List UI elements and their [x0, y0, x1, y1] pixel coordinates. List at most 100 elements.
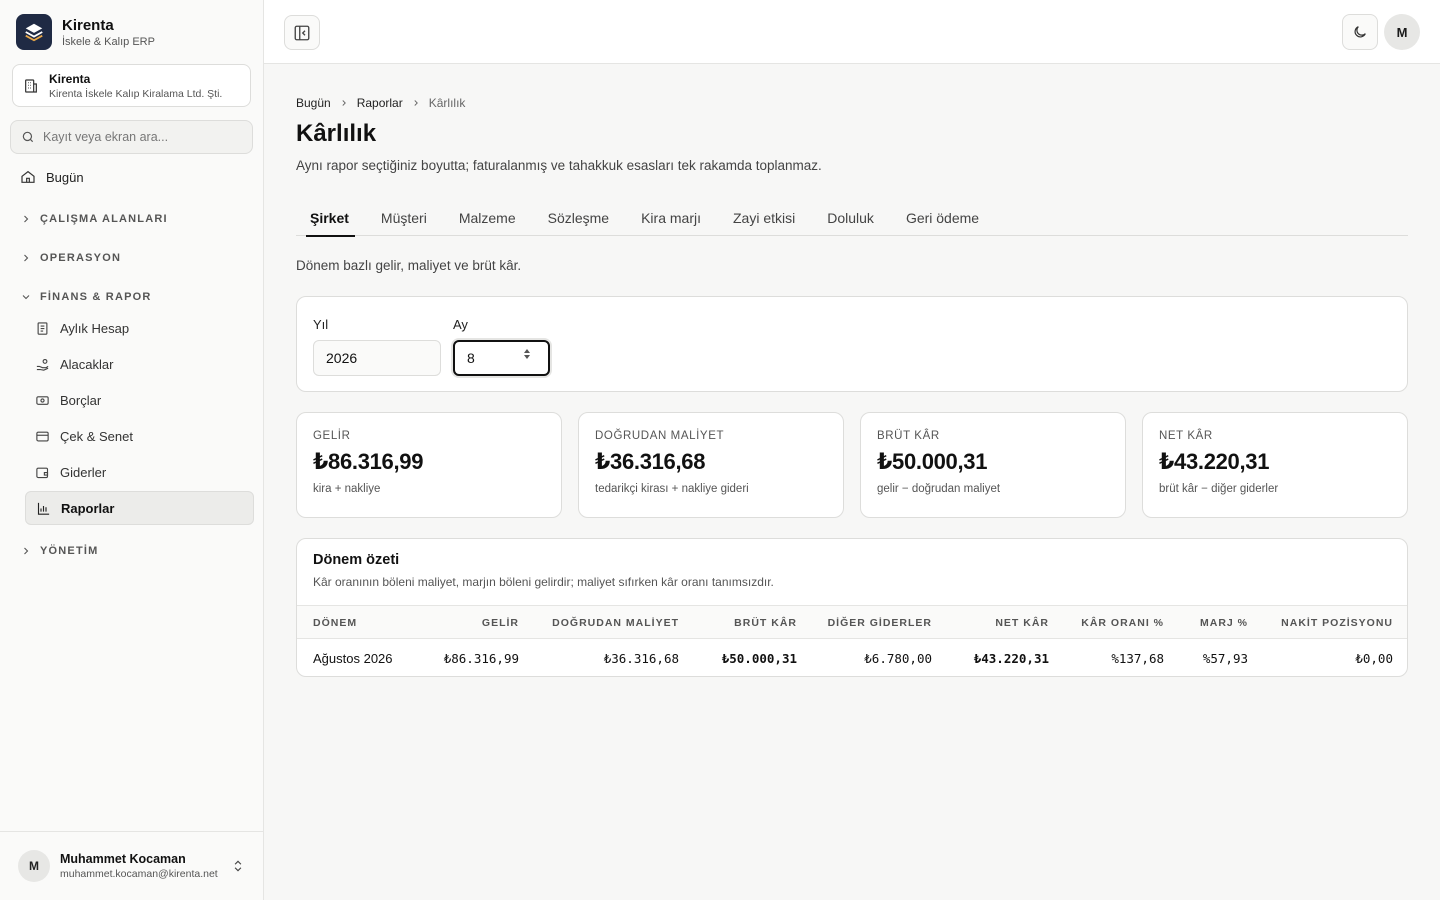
hand-coins-icon — [36, 358, 49, 371]
sidebar-item-label: Raporlar — [61, 500, 115, 516]
page-title: Kârlılık — [296, 120, 377, 147]
kpi-value: ₺43.220,31 — [1159, 449, 1270, 474]
column-header-margin[interactable]: MARJ % — [1200, 606, 1248, 640]
sidebar-item-label: Giderler — [60, 464, 107, 480]
page-description: Aynı rapor seçtiğiniz boyutta; faturalan… — [296, 158, 822, 173]
sidebar-group-workspaces[interactable]: ÇALIŞMA ALANLARI — [20, 213, 168, 225]
kpi-note: gelir − doğrudan maliyet — [877, 483, 1001, 495]
search-input[interactable] — [43, 130, 233, 144]
cell-direct-cost: ₺36.316,68 — [603, 650, 679, 666]
column-header-cash-position[interactable]: NAKİT POZİSYONU — [1281, 606, 1393, 640]
breadcrumb-home[interactable]: Bugün — [296, 96, 331, 110]
sidebar-item-label: Çek & Senet — [60, 428, 133, 444]
tab-material[interactable]: Malzeme — [443, 200, 532, 236]
user-name: Muhammet Kocaman — [60, 852, 186, 866]
sidebar-item-label: Aylık Hesap — [60, 320, 130, 336]
period-filter: Yıl Ay — [296, 296, 1408, 392]
kpi-direct-cost: DOĞRUDAN MALİYET ₺36.316,68 tedarikçi ki… — [578, 412, 844, 518]
document-icon — [37, 321, 48, 335]
cell-margin: %57,93 — [1202, 650, 1248, 666]
brand[interactable]: Kirenta İskele & Kalıp ERP — [16, 14, 155, 50]
moon-icon — [1354, 26, 1366, 38]
sidebar-item-payables[interactable]: Borçlar — [25, 383, 254, 417]
sidebar-item-expenses[interactable]: Giderler — [25, 455, 254, 489]
header-avatar[interactable]: M — [1384, 14, 1420, 50]
chevron-right-icon — [24, 254, 29, 262]
tab-customer[interactable]: Müşteri — [365, 200, 443, 236]
sidebar-item-receivables[interactable]: Alacaklar — [25, 347, 254, 381]
kpi-gross-profit: BRÜT KÂR ₺50.000,31 gelir − doğrudan mal… — [860, 412, 1126, 518]
breadcrumb: Bugün Raporlar Kârlılık — [296, 96, 465, 110]
column-header-revenue[interactable]: GELİR — [482, 606, 519, 640]
app-subtitle: İskele & Kalıp ERP — [62, 35, 155, 48]
sidebar-item-home[interactable]: Bugün — [20, 165, 84, 189]
kpi-net-profit: NET KÂR ₺43.220,31 brüt kâr − diğer gide… — [1142, 412, 1408, 518]
table-header: DÖNEM GELİR DOĞRUDAN MALİYET BRÜT KÂR Dİ… — [297, 605, 1407, 640]
sidebar-item-monthly-account[interactable]: Aylık Hesap — [25, 311, 254, 345]
tab-company[interactable]: Şirket — [296, 200, 365, 237]
tab-loss-impact[interactable]: Zayi etkisi — [717, 200, 811, 236]
sidebar-group-operations[interactable]: OPERASYON — [20, 252, 121, 264]
table-row[interactable]: Ağustos 2026 ₺86.316,99 ₺36.316,68 ₺50.0… — [297, 639, 1407, 676]
kpi-note: brüt kâr − diğer giderler — [1159, 483, 1279, 495]
year-input[interactable] — [313, 340, 441, 376]
bar-chart-icon — [37, 502, 50, 515]
cell-cash-position: ₺0,00 — [1355, 650, 1393, 666]
sidebar-group-label: YÖNETİM — [40, 545, 99, 557]
sidebar-group-finance[interactable]: FİNANS & RAPOR — [20, 291, 152, 303]
sidebar: Kirenta İskele & Kalıp ERP Kirenta Kiren… — [0, 0, 264, 900]
user-email: muhammet.kocaman@kirenta.net — [60, 868, 218, 880]
org-legal-name: Kirenta İskele Kalıp Kiralama Ltd. Şti. — [49, 87, 223, 100]
avatar: M — [18, 850, 50, 882]
sidebar-item-label: Borçlar — [60, 392, 102, 408]
cell-net-profit: ₺43.220,31 — [973, 650, 1049, 666]
sidebar-item-checks[interactable]: Çek & Senet — [25, 419, 254, 453]
home-icon — [21, 170, 35, 183]
cell-profit-ratio: %137,68 — [1111, 650, 1164, 666]
sidebar-item-label: Alacaklar — [60, 356, 114, 372]
column-header-net-profit[interactable]: NET KÂR — [995, 606, 1049, 640]
kpi-label: BRÜT KÂR — [877, 430, 940, 442]
year-label: Yıl — [313, 317, 329, 332]
sidebar-item-reports[interactable]: Raporlar — [25, 491, 254, 525]
search-box — [10, 120, 253, 154]
theme-toggle-button[interactable] — [1342, 14, 1378, 50]
column-header-direct-cost[interactable]: DOĞRUDAN MALİYET — [552, 606, 679, 640]
app-name: Kirenta — [62, 16, 114, 34]
breadcrumb-current: Kârlılık — [428, 96, 466, 110]
sidebar-group-label: FİNANS & RAPOR — [40, 291, 152, 303]
cell-period: Ağustos 2026 — [313, 650, 393, 666]
org-switcher[interactable]: Kirenta Kirenta İskele Kalıp Kiralama Lt… — [12, 64, 251, 107]
user-menu[interactable]: M Muhammet Kocaman muhammet.kocaman@kire… — [0, 831, 263, 900]
month-label: Ay — [453, 317, 468, 332]
table-title: Dönem özeti — [313, 552, 400, 568]
banknote-icon — [36, 395, 49, 405]
kpi-label: DOĞRUDAN MALİYET — [595, 430, 725, 442]
topbar: M — [264, 0, 1440, 64]
month-input[interactable] — [453, 340, 550, 376]
column-header-period[interactable]: DÖNEM — [313, 606, 357, 640]
report-tabs: Şirket Müşteri Malzeme Sözleşme Kira mar… — [296, 200, 1408, 237]
kpi-note: tedarikçi kirası + nakliye gideri — [595, 483, 749, 495]
tab-rent-margin[interactable]: Kira marjı — [625, 200, 717, 236]
sidebar-group-label: ÇALIŞMA ALANLARI — [40, 213, 168, 225]
tab-occupancy[interactable]: Doluluk — [811, 200, 890, 236]
table-description: Kâr oranının böleni maliyet, marjın böle… — [313, 575, 774, 589]
section-description: Dönem bazlı gelir, maliyet ve brüt kâr. — [296, 258, 522, 273]
stepper-down-icon[interactable] — [524, 355, 530, 359]
month-stepper[interactable] — [524, 349, 530, 359]
layers-logo-icon — [16, 14, 52, 50]
sidebar-group-admin[interactable]: YÖNETİM — [20, 545, 99, 557]
column-header-profit-ratio[interactable]: KÂR ORANI % — [1081, 606, 1164, 640]
tab-payback[interactable]: Geri ödeme — [890, 200, 995, 236]
tab-contract[interactable]: Sözleşme — [532, 200, 625, 236]
kpi-value: ₺50.000,31 — [877, 449, 988, 474]
wallet-icon — [36, 467, 49, 478]
stepper-up-icon[interactable] — [524, 349, 530, 353]
chevron-right-icon — [342, 100, 346, 106]
breadcrumb-reports[interactable]: Raporlar — [357, 96, 403, 110]
sidebar-toggle-button[interactable] — [284, 15, 320, 50]
org-name: Kirenta — [49, 71, 91, 86]
column-header-other-expenses[interactable]: DİĞER GİDERLER — [828, 606, 932, 640]
column-header-gross-profit[interactable]: BRÜT KÂR — [734, 606, 797, 640]
